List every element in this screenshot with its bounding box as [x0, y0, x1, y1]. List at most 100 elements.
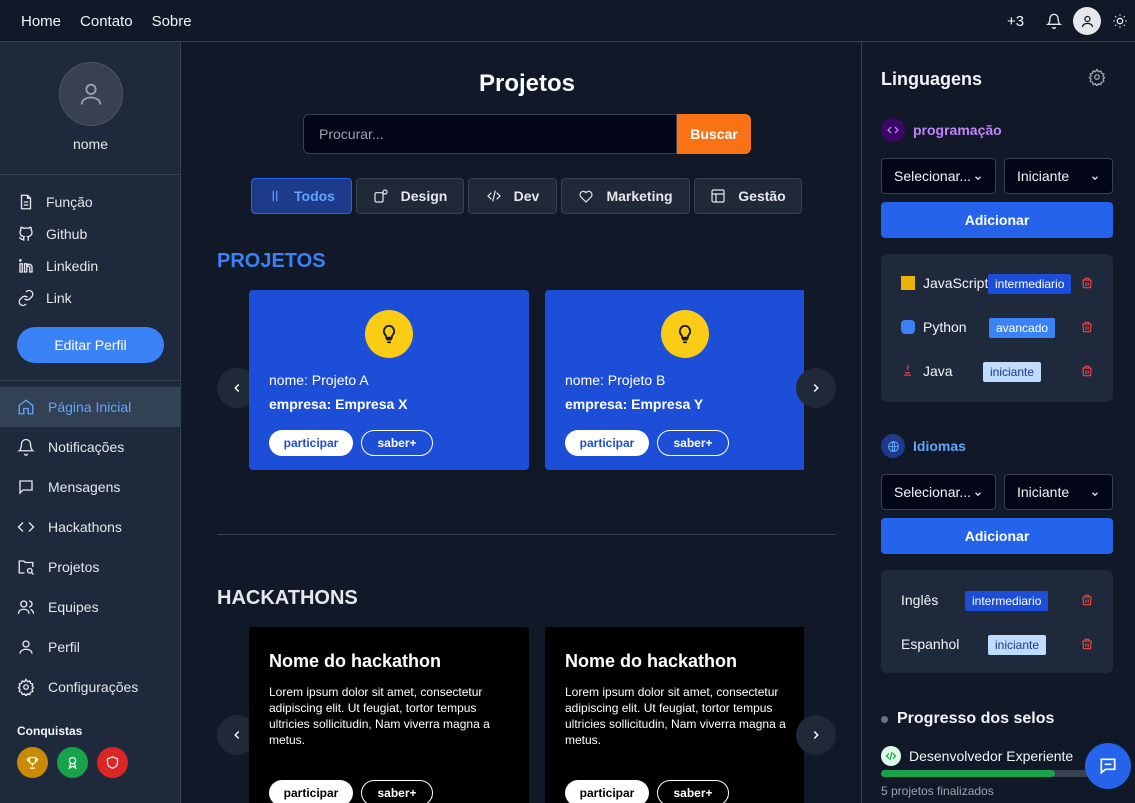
profile-link-funcao[interactable]: Função — [17, 192, 98, 212]
achievements — [17, 747, 128, 778]
progress-title-label: Progresso dos selos — [897, 710, 1055, 727]
idiomas-label: Idiomas — [913, 438, 966, 454]
idioma-level-select[interactable]: Iniciante — [1004, 474, 1113, 510]
menu-item-messages[interactable]: Mensagens — [0, 467, 180, 507]
language-item: Python — [901, 319, 967, 335]
globe-icon — [881, 434, 905, 458]
menu-item-label: Hackathons — [48, 519, 122, 535]
chat-button[interactable] — [1085, 743, 1131, 789]
menu-item-settings[interactable]: Configurações — [0, 667, 180, 707]
project-company: empresa: Empresa X — [269, 396, 408, 412]
profile-link-github[interactable]: Github — [17, 224, 98, 244]
chevron-down-icon — [975, 176, 981, 181]
level-select[interactable]: Iniciante — [1004, 158, 1113, 194]
trash-icon[interactable] — [1080, 637, 1094, 651]
trophy-icon[interactable] — [17, 747, 48, 778]
hackathon-next-button[interactable] — [796, 715, 836, 755]
user-avatar-button[interactable] — [1073, 7, 1101, 35]
filter-design[interactable]: Design — [356, 178, 464, 214]
message-icon — [19, 480, 33, 495]
filter-marketing[interactable]: Marketing — [561, 178, 690, 214]
filter-gestao[interactable]: Gestão — [694, 178, 802, 214]
add-idioma-button[interactable]: Adicionar — [881, 518, 1113, 554]
filter-label: Dev — [513, 188, 540, 204]
learn-more-button[interactable]: saber+ — [657, 430, 729, 456]
sidebar: nome Função Github Linkedin Link Editar … — [0, 42, 181, 803]
participate-button[interactable]: participar — [565, 780, 649, 803]
hackathon-card[interactable]: Nome do hackathon Lorem ipsum dolor sit … — [249, 627, 529, 803]
badge-progress-bar — [881, 770, 1113, 777]
filter-label: Marketing — [606, 188, 673, 204]
participate-button[interactable]: participar — [269, 780, 353, 803]
nav-sobre-link[interactable]: Sobre — [152, 13, 192, 30]
sun-icon[interactable] — [1105, 0, 1135, 42]
gear-icon[interactable] — [1088, 68, 1106, 86]
profile-links: Função Github Linkedin Link — [17, 192, 98, 308]
layout-icon — [711, 189, 725, 203]
search-input[interactable]: Procurar... — [303, 114, 677, 154]
hackathon-card[interactable]: Nome do hackathon Lorem ipsum dolor sit … — [545, 627, 804, 803]
user-icon — [19, 640, 33, 654]
learn-more-button[interactable]: saber+ — [657, 780, 729, 803]
idioma-list: Inglês intermediario Espanhol iniciante — [881, 570, 1113, 673]
menu-item-projects[interactable]: Projetos — [0, 547, 180, 587]
profile-link-link[interactable]: Link — [17, 288, 98, 308]
menu-item-profile[interactable]: Perfil — [0, 627, 180, 667]
language-item: Java — [901, 363, 953, 379]
right-panel: Linguagens programação Selecionar... Ini… — [861, 42, 1135, 803]
menu-item-hackathons[interactable]: Hackathons — [0, 507, 180, 547]
project-name: nome: Projeto B — [565, 372, 666, 388]
trash-icon[interactable] — [1080, 593, 1094, 607]
notification-count[interactable]: +3 — [1007, 13, 1033, 30]
menu-item-label: Perfil — [48, 639, 80, 655]
profile-link-linkedin[interactable]: Linkedin — [17, 256, 98, 276]
search-button[interactable]: Buscar — [677, 114, 751, 154]
filter-dev[interactable]: Dev — [468, 178, 557, 214]
project-card[interactable]: nome: Projeto B empresa: Empresa Y parti… — [545, 290, 804, 470]
divider — [0, 380, 180, 381]
menu-item-home[interactable]: Página Inicial — [0, 387, 180, 427]
divider — [0, 174, 180, 175]
top-navbar: Home Contato Sobre +3 — [0, 0, 1135, 42]
profile-avatar[interactable] — [59, 62, 123, 126]
profile-link-label: Github — [46, 226, 88, 242]
nav-home-link[interactable]: Home — [21, 13, 61, 30]
hackathons-carousel: Nome do hackathon Lorem ipsum dolor sit … — [249, 627, 804, 803]
carousel-next-button[interactable] — [796, 368, 836, 408]
filter-label: Todos — [294, 188, 335, 204]
award-icon[interactable] — [57, 747, 88, 778]
trash-icon[interactable] — [1080, 364, 1094, 378]
menu-item-teams[interactable]: Equipes — [0, 587, 180, 627]
language-select-value: Selecionar... — [894, 168, 972, 184]
menu-item-label: Mensagens — [48, 479, 121, 495]
linkedin-icon — [19, 259, 33, 273]
idioma-item: Espanhol — [901, 636, 959, 652]
add-language-button[interactable]: Adicionar — [881, 202, 1113, 238]
hackathon-title: Nome do hackathon — [565, 651, 738, 671]
level-badge: iniciante — [983, 362, 1042, 382]
language-select[interactable]: Selecionar... — [881, 158, 996, 194]
menu-item-notifications[interactable]: Notificações — [0, 427, 180, 467]
gear-icon — [17, 678, 35, 696]
chat-icon — [1100, 758, 1116, 775]
users-icon — [17, 600, 35, 614]
shield-icon[interactable] — [97, 747, 128, 778]
menu-item-label: Projetos — [48, 559, 100, 575]
learn-more-button[interactable]: saber+ — [361, 780, 433, 803]
edit-profile-button[interactable]: Editar Perfil — [17, 327, 164, 363]
participate-button[interactable]: participar — [269, 430, 353, 456]
bell-icon[interactable] — [1039, 0, 1069, 42]
level-badge: iniciante — [988, 635, 1047, 655]
participate-button[interactable]: participar — [565, 430, 649, 456]
nav-contato-link[interactable]: Contato — [80, 13, 133, 30]
idioma-select[interactable]: Selecionar... — [881, 474, 996, 510]
home-icon — [18, 399, 34, 415]
filter-todos[interactable]: Todos — [251, 178, 352, 214]
trash-icon[interactable] — [1080, 320, 1094, 334]
achievements-title: Conquistas — [17, 724, 83, 738]
idioma-select-value: Selecionar... — [894, 484, 972, 500]
learn-more-button[interactable]: saber+ — [361, 430, 433, 456]
trash-icon[interactable] — [1080, 276, 1094, 290]
chevron-right-icon — [813, 730, 819, 740]
project-card[interactable]: nome: Projeto A empresa: Empresa X parti… — [249, 290, 529, 470]
